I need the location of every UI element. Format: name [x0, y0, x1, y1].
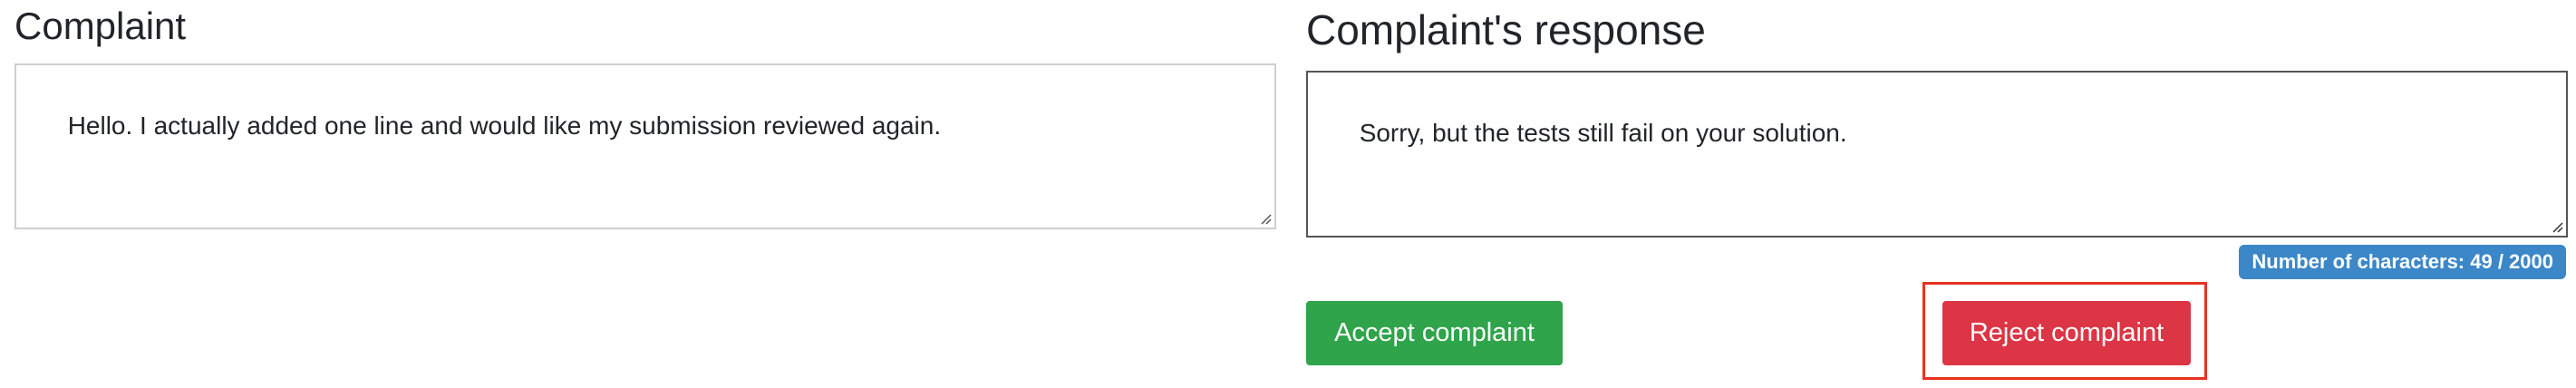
- character-count-badge: Number of characters: 49 / 2000: [2239, 245, 2566, 279]
- complaint-text-area[interactable]: Hello. I actually added one line and wou…: [15, 63, 1276, 229]
- response-text-area[interactable]: Sorry, but the tests still fail on your …: [1306, 71, 2568, 238]
- response-text: Sorry, but the tests still fail on your …: [1359, 119, 1847, 148]
- accept-complaint-button[interactable]: Accept complaint: [1306, 301, 1563, 365]
- complaint-title: Complaint: [15, 5, 187, 47]
- response-section: Complaint's response Sorry, but the test…: [1306, 0, 2568, 380]
- resize-grip-icon[interactable]: [1259, 212, 1272, 225]
- response-title: Complaint's response: [1306, 6, 1706, 53]
- complaint-text: Hello. I actually added one line and wou…: [67, 112, 942, 141]
- complaint-section: Complaint Hello. I actually added one li…: [15, 0, 1276, 229]
- complaint-page: Complaint Hello. I actually added one li…: [0, 0, 2576, 388]
- reject-complaint-button[interactable]: Reject complaint: [1942, 301, 2191, 365]
- resize-grip-icon[interactable]: [2551, 220, 2563, 233]
